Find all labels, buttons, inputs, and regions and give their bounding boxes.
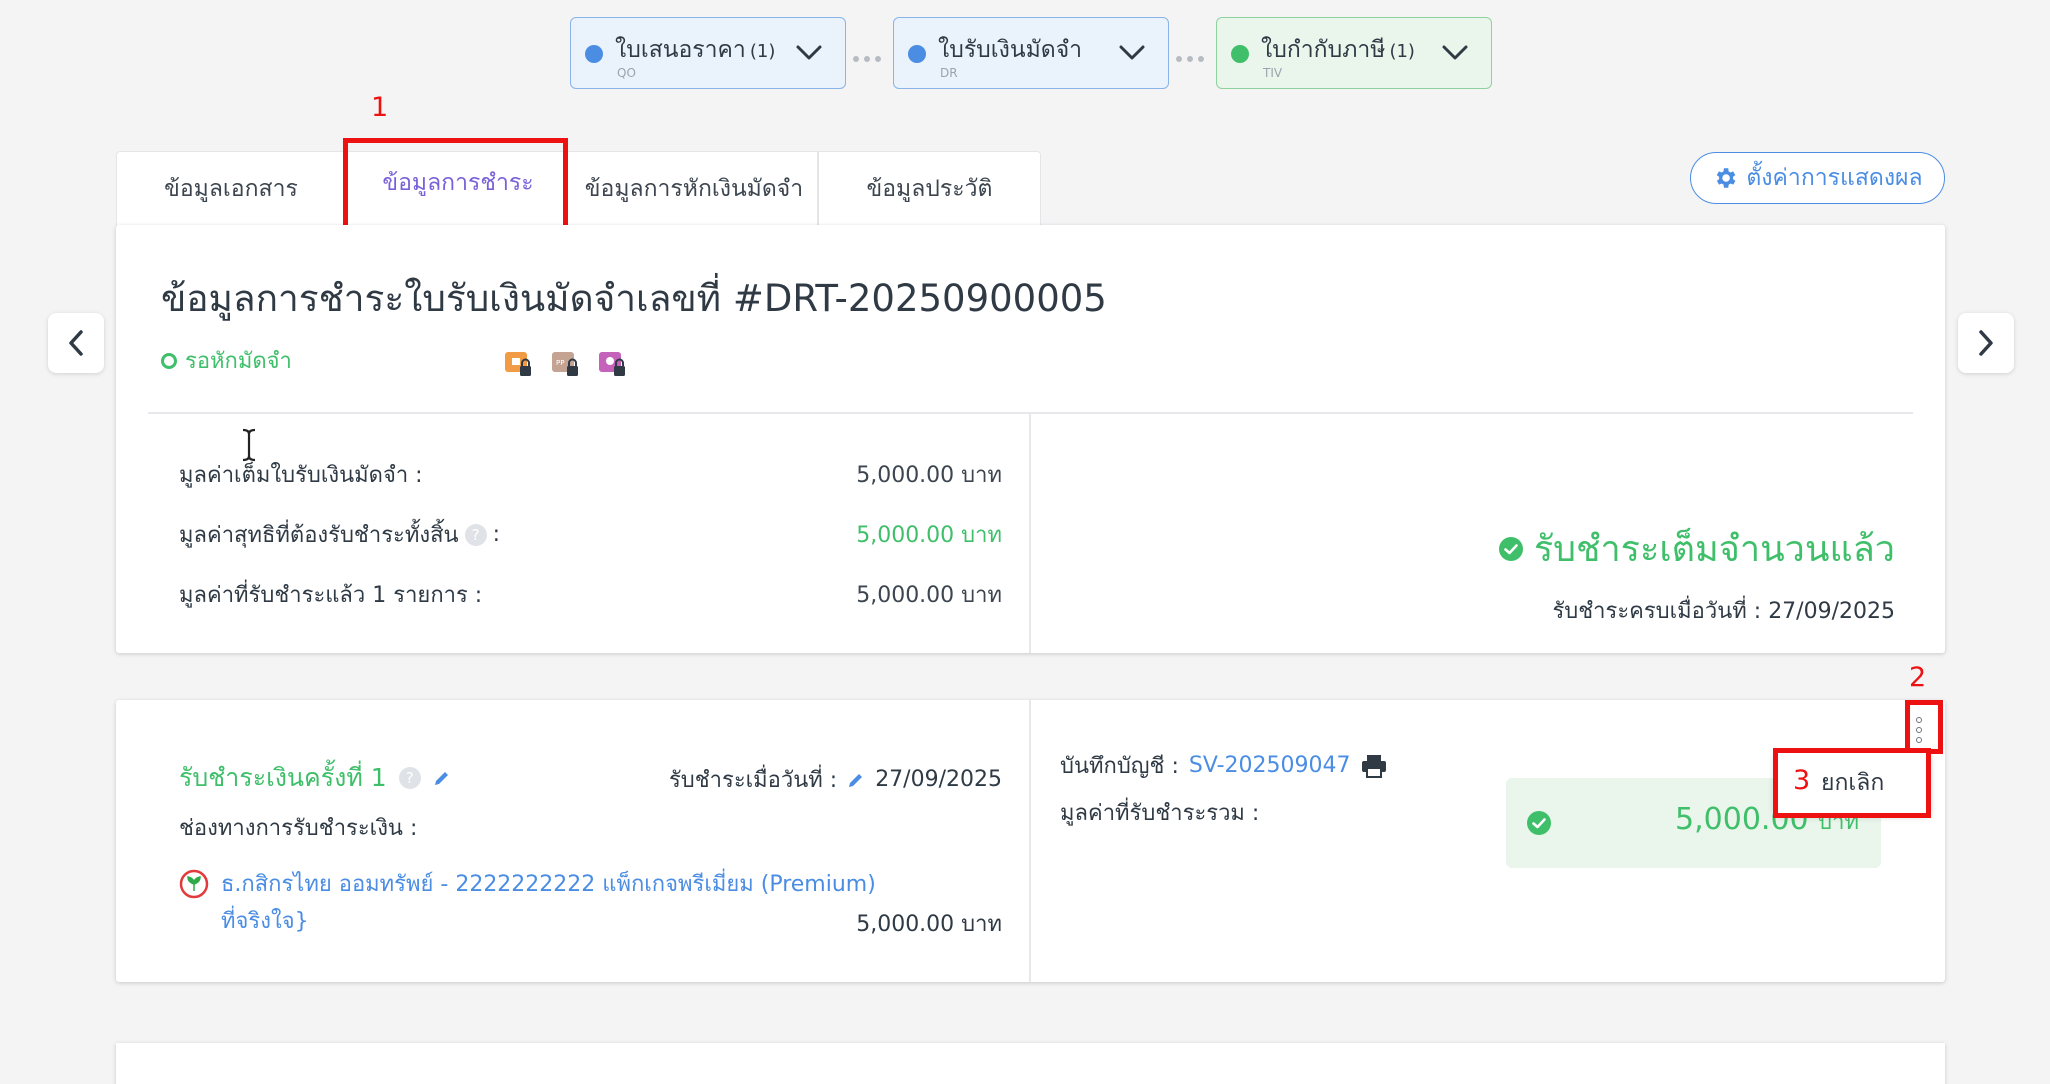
column-divider [1029,413,1031,653]
help-icon[interactable]: ? [398,767,421,789]
annotation-number-2: 2 [1909,662,1927,693]
pipeline-code: TIV [1263,66,1283,80]
status-dot [1231,45,1249,63]
tab-document-info[interactable]: ข้อมูลเอกสาร [117,152,345,226]
annotation-box-1 [343,138,568,231]
bank-amount: 5,000.00 บาท [856,912,1002,937]
paid-value-label: มูลค่าที่รับชำระแล้ว 1 รายการ : [179,583,483,608]
column-divider [1029,700,1031,982]
full-value-label: มูลค่าเต็มใบรับเงินมัดจำ : [179,463,423,488]
pipeline-title: ใบเสนอราคา (1) [615,37,776,63]
status-text: รอหักมัดจำ [185,349,292,374]
paid-full-text: รับชำระเต็มจำนวนแล้ว [1533,529,1895,570]
status-dot [908,45,926,63]
next-button[interactable] [1958,313,2014,373]
edit-pencil-icon[interactable] [847,771,865,789]
payment-round-title: รับชำระเงินครั้งที่ 1 ? [179,758,451,798]
text-cursor-icon [240,428,258,466]
paid-full-status: รับชำระเต็มจำนวนแล้ว [1498,520,1895,577]
check-circle-icon [1527,811,1551,835]
locked-channel-icons: PP [504,349,628,379]
tab-bar: ข้อมูลเอกสาร ข้อมูลการชำระ ข้อมูลการหักเ… [116,151,1041,227]
chevron-left-icon [69,330,83,356]
ledger-record: บันทึกบัญชี : SV-202509047 [1060,748,1387,783]
pipeline-tax-invoice[interactable]: ใบกำกับภาษี (1) TIV [1216,17,1492,89]
status-badge: รอหักมัดจำ [161,343,292,378]
pipeline-title: ใบกำกับภาษี (1) [1261,37,1415,63]
total-paid-label: มูลค่าที่รับชำระรวม : [1060,801,1260,826]
check-circle-icon [1498,536,1523,561]
chevron-right-icon [1979,330,1993,356]
tab-history-info[interactable]: ข้อมูลประวัติ [817,152,1042,226]
divider [148,412,1913,414]
next-section-card [116,1043,1945,1084]
payment-record-card: รับชำระเงินครั้งที่ 1 ? รับชำระเมื่อวันท… [116,700,1945,982]
pipeline-title: ใบรับเงินมัดจำ [938,37,1083,63]
locked-document-icon [505,352,531,376]
annotation-number-1: 1 [371,92,389,123]
gear-icon [1717,168,1736,188]
prev-button[interactable] [48,313,104,373]
svg-text:PP: PP [556,359,564,367]
help-icon[interactable]: ? [464,523,487,546]
locked-card-icon [599,352,625,376]
settings-label: ตั้งค่าการแสดงผล [1746,165,1923,191]
bank-account-link[interactable]: ธ.กสิกรไทย ออมทรัพย์ - 2222222222 แพ็กเก… [179,866,876,901]
kasikorn-bank-icon [179,869,209,898]
pipeline-connector [1176,47,1210,62]
pipeline-code: QO [617,66,636,80]
pipeline-deposit-receipt[interactable]: ใบรับเงินมัดจำ DR [893,17,1169,89]
ledger-number-link[interactable]: SV-202509047 [1189,753,1351,778]
chevron-down-icon[interactable] [1118,44,1146,62]
pipeline-code: DR [940,66,958,80]
printer-icon[interactable] [1361,754,1387,778]
page-title: ข้อมูลการชำระใบรับเงินมัดจำเลขที่ #DRT-2… [161,277,1107,320]
status-ring-icon [161,352,177,369]
edit-pencil-icon[interactable] [433,769,451,787]
payment-channel-label: ช่องทางการรับชำระเงิน : [179,816,418,841]
pipeline-quotation[interactable]: ใบเสนอราคา (1) QO [570,17,846,89]
net-value-label: มูลค่าสุทธิที่ต้องรับชำระทั้งสิ้น ? : [179,522,500,548]
net-value-amount: 5,000.00 บาท [856,523,1002,548]
status-dot [585,45,603,63]
paid-complete-date: รับชำระครบเมื่อวันที่ : 27/09/2025 [1552,599,1895,624]
annotation-number-3: 3 [1793,765,1811,796]
locked-promptpay-icon: PP [552,352,578,376]
payment-date: รับชำระเมื่อวันที่ : 27/09/2025 [668,767,1002,793]
display-settings-button[interactable]: ตั้งค่าการแสดงผล [1690,152,1945,204]
paid-value-amount: 5,000.00 บาท [856,583,1002,608]
chevron-down-icon[interactable] [1441,44,1469,62]
bank-account-link-line2[interactable]: ที่จริงใจ} [221,903,309,938]
tab-deposit-deduction-info[interactable]: ข้อมูลการหักเงินมัดจำ [571,152,817,226]
pipeline-connector [853,47,887,62]
payment-summary-card: ข้อมูลการชำระใบรับเงินมัดจำเลขที่ #DRT-2… [116,225,1945,653]
full-value-amount: 5,000.00 บาท [856,463,1002,488]
annotation-box-2 [1905,700,1943,754]
chevron-down-icon[interactable] [795,44,823,62]
